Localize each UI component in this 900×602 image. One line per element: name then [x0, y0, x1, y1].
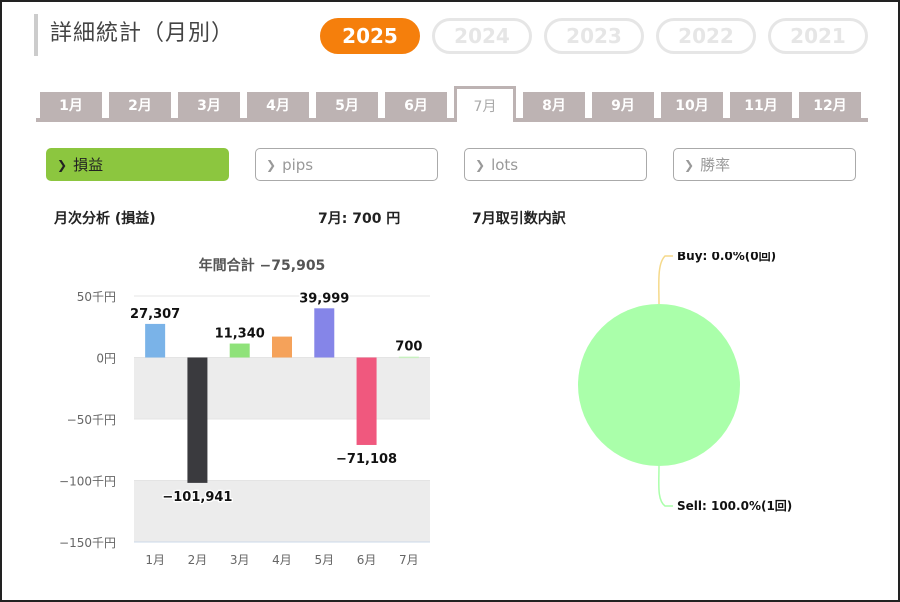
pnl-button[interactable]: ❯ 損益: [46, 148, 229, 181]
sell-connector-line: [658, 465, 673, 507]
tab-month-3[interactable]: 3月: [178, 92, 240, 118]
bar-3[interactable]: [229, 343, 250, 358]
y-tick-label: −50千円: [67, 413, 116, 427]
year-pill-2023[interactable]: 2023: [544, 18, 644, 54]
x-tick-label: 1月: [145, 553, 165, 567]
bar-5[interactable]: [314, 308, 335, 358]
year-pill-2025[interactable]: 2025: [320, 18, 420, 54]
lots-button[interactable]: ❯ lots: [464, 148, 647, 181]
year-pill-2024[interactable]: 2024: [432, 18, 532, 54]
tab-month-2[interactable]: 2月: [109, 92, 171, 118]
pips-button[interactable]: ❯ pips: [255, 148, 438, 181]
month-tab-list: 1月 2月 3月 4月 5月 6月 7月 8月 9月 10月 11月 12月: [40, 86, 861, 122]
tab-month-6[interactable]: 6月: [385, 92, 447, 118]
tab-month-7[interactable]: 7月: [454, 86, 516, 122]
plot-band: [134, 357, 430, 419]
x-tick-label: 4月: [272, 553, 292, 567]
x-tick-label: 6月: [357, 553, 377, 567]
app-frame: 詳細統計（月別） 2025 2024 2023 2022 2021 1月 2月 3月 4月 5月…: [0, 0, 900, 602]
y-tick-label: −150千円: [59, 536, 116, 550]
buy-connector-line: [658, 255, 673, 305]
tab-month-4[interactable]: 4月: [247, 92, 309, 118]
tab-month-11[interactable]: 11月: [730, 92, 792, 118]
monthly-analysis-title: 月次分析 (損益): [54, 211, 156, 227]
trade-breakdown-pie-chart: Buy: 0.0%(0回) Sell: 100.0%(1回): [578, 252, 792, 513]
winrate-button[interactable]: ❯ 勝率: [673, 148, 856, 181]
bar-data-label: 39,999: [299, 291, 349, 306]
metric-buttons: ❯ 損益 ❯ pips ❯ lots ❯ 勝率: [46, 148, 856, 181]
lots-button-label: lots: [491, 155, 519, 174]
pie-label-sell: Sell: 100.0%(1回): [677, 499, 792, 513]
x-tick-label: 2月: [188, 553, 208, 567]
pips-button-label: pips: [282, 155, 314, 174]
bar-data-label: −71,108: [336, 452, 397, 467]
pie-label-buy: Buy: 0.0%(0回): [677, 252, 776, 263]
pie-slice-2[interactable]: [578, 304, 740, 466]
tab-month-9[interactable]: 9月: [592, 92, 654, 118]
bar-data-label: −101,941: [162, 490, 232, 505]
bar-data-label: 27,307: [130, 307, 180, 322]
tab-month-10[interactable]: 10月: [661, 92, 723, 118]
tab-month-8[interactable]: 8月: [523, 92, 585, 118]
tab-month-12[interactable]: 12月: [799, 92, 861, 118]
page-title-block: 詳細統計（月別）: [34, 14, 234, 56]
month-value: 7月: 700 円: [318, 211, 401, 227]
winrate-button-label: 勝率: [700, 156, 731, 174]
y-tick-label: −100千円: [59, 475, 116, 489]
y-tick-label: 0円: [96, 352, 116, 366]
chart-title: 年間合計 −75,905: [199, 257, 326, 274]
tab-month-1[interactable]: 1月: [40, 92, 102, 118]
chevron-right-icon: ❯: [475, 157, 486, 172]
chevron-right-icon: ❯: [266, 157, 277, 172]
y-tick-label: 50千円: [77, 290, 116, 304]
bar-2[interactable]: [187, 357, 208, 483]
bar-data-label: 700: [395, 340, 422, 355]
bar-1[interactable]: [145, 323, 166, 358]
x-tick-label: 7月: [399, 553, 419, 567]
pnl-button-label: 損益: [73, 156, 104, 174]
tab-month-5[interactable]: 5月: [316, 92, 378, 118]
year-selector: 2025 2024 2023 2022 2021: [320, 18, 868, 54]
x-tick-label: 5月: [314, 553, 334, 567]
bar-6[interactable]: [356, 357, 377, 445]
chevron-right-icon: ❯: [57, 157, 68, 172]
x-tick-label: 3月: [230, 553, 250, 567]
page-title: 詳細統計（月別）: [50, 21, 235, 46]
month-tabs: 1月 2月 3月 4月 5月 6月 7月 8月 9月 10月 11月 12月: [36, 86, 868, 122]
year-pill-2021[interactable]: 2021: [768, 18, 868, 54]
bar-4[interactable]: [272, 336, 292, 358]
bar-7[interactable]: [398, 356, 419, 359]
monthly-pnl-bar-chart: 年間合計 −75,905 50千円 0円 −50千円 −100千円 −150千円 27,30…: [59, 257, 430, 567]
bar-data-label: 11,340: [215, 327, 265, 342]
trade-breakdown-title: 7月取引数内訳: [472, 211, 566, 227]
year-pill-2022[interactable]: 2022: [656, 18, 756, 54]
chevron-right-icon: ❯: [684, 157, 695, 172]
